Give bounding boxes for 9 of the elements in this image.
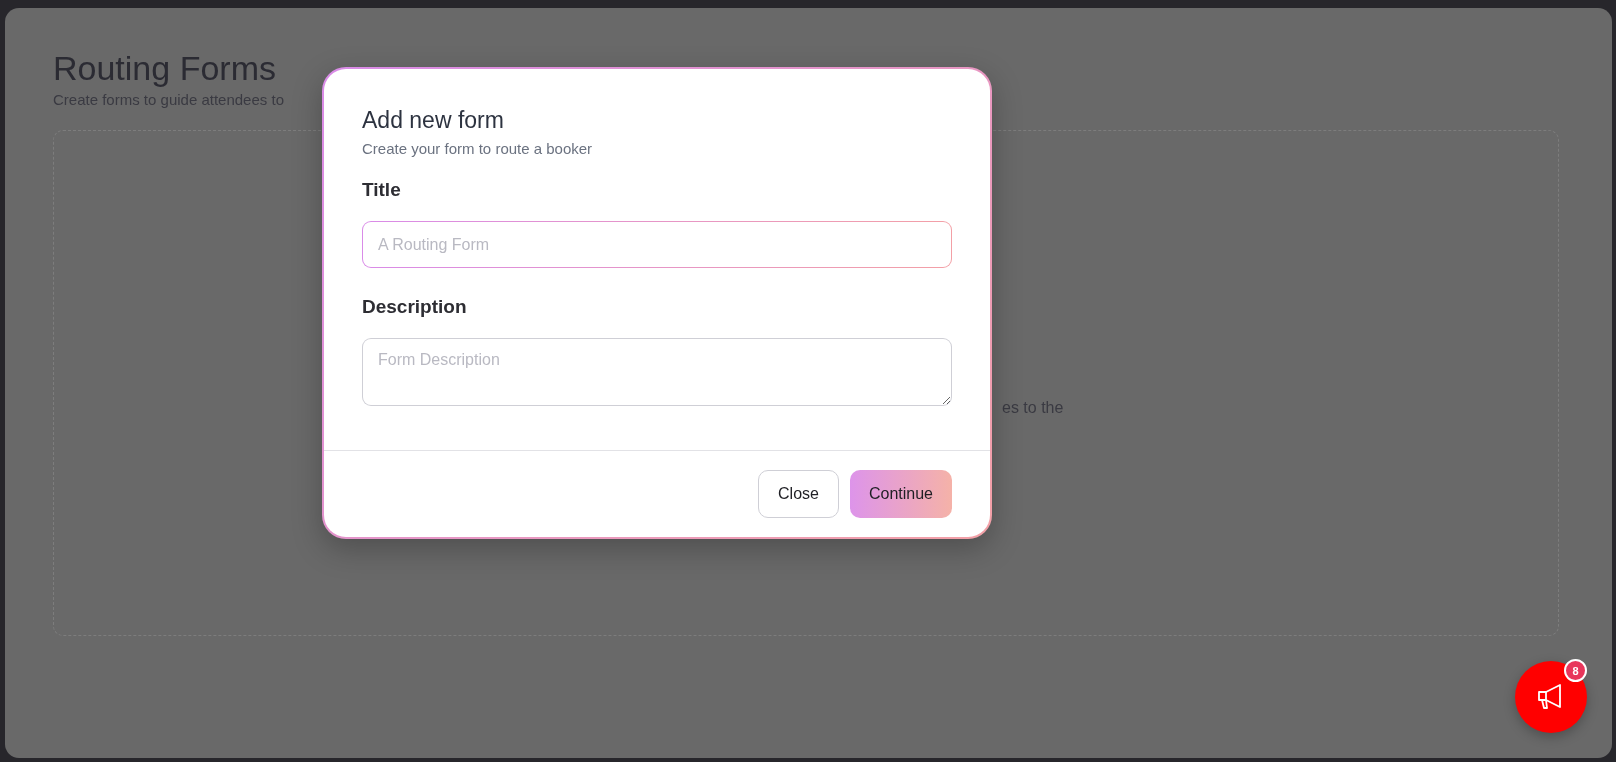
dialog-title: Add new form <box>362 107 505 134</box>
field-label: Title <box>362 179 402 201</box>
title-input-field[interactable]: A Routing Form <box>362 221 952 268</box>
close-button[interactable]: Close <box>758 470 839 518</box>
page-title: Routing Forms <box>53 48 277 88</box>
continue-button[interactable]: Continue <box>849 470 952 518</box>
field-label: Description <box>362 296 468 318</box>
dialog-subtitle: Create your form to route a booker <box>362 140 594 157</box>
description-textarea[interactable]: Form Description <box>362 338 952 406</box>
